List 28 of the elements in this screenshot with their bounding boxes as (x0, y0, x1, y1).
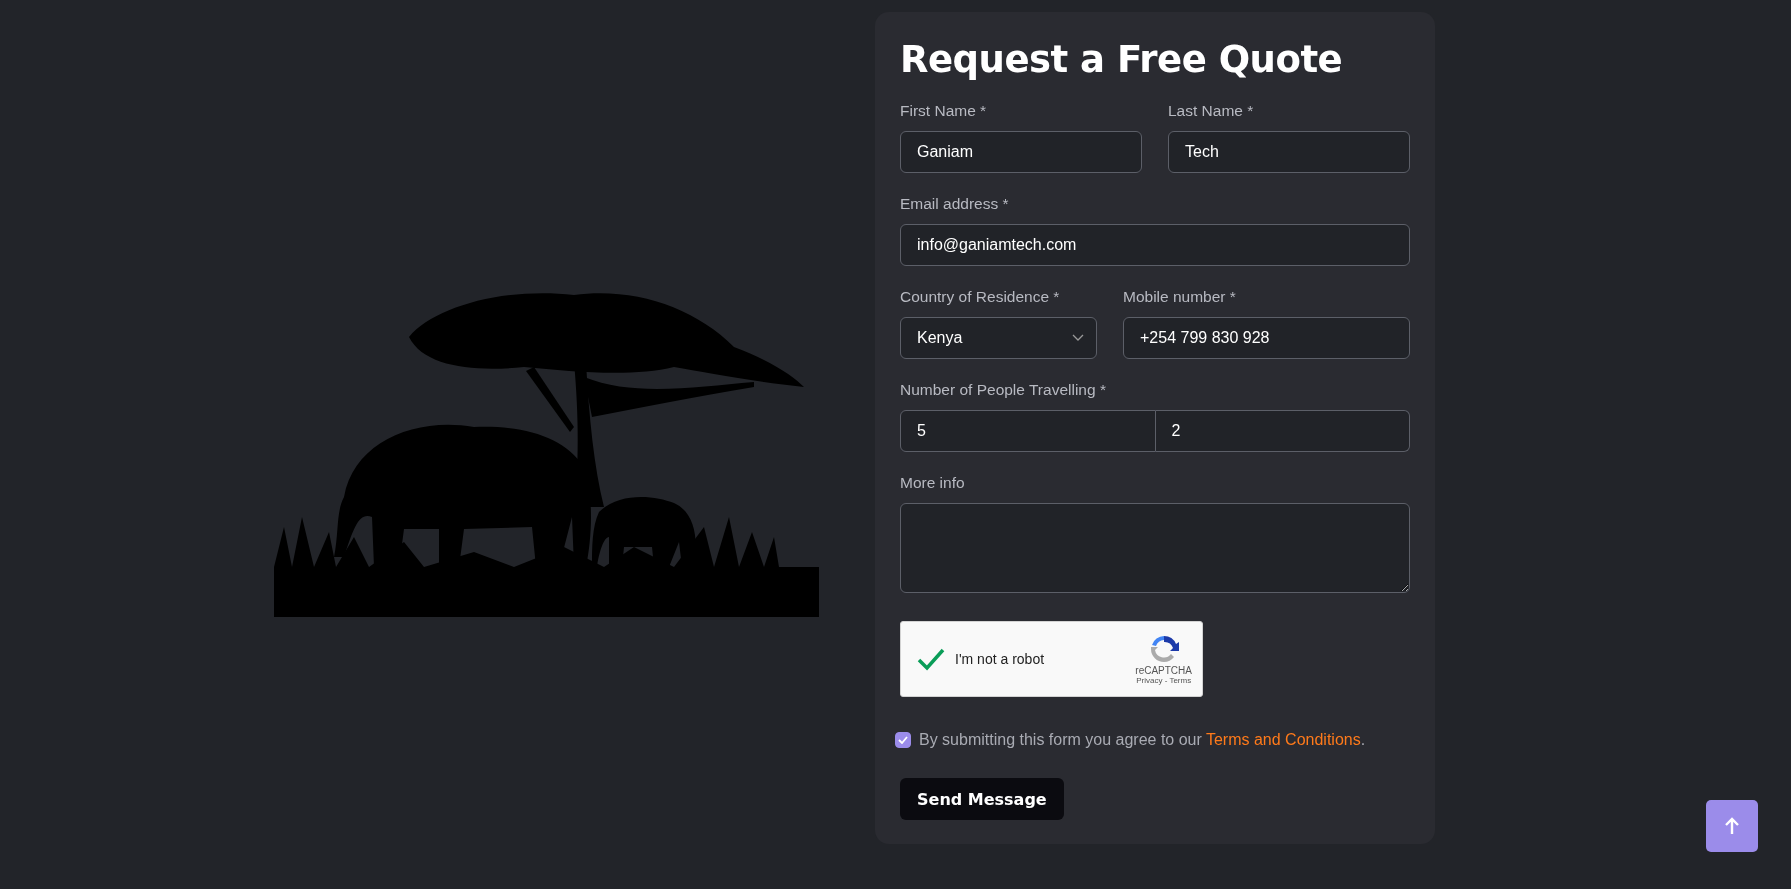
checkmark-icon (898, 736, 908, 744)
country-select[interactable]: Kenya (900, 317, 1097, 359)
field-label: Mobile number * (1123, 288, 1237, 306)
last-name-field[interactable]: Tech (1168, 131, 1410, 173)
captcha-label: I'm not a robot (955, 651, 1046, 667)
captcha-links: Privacy - Terms (1136, 676, 1192, 685)
send-message-button[interactable]: Send Message (900, 778, 1064, 820)
captcha-checkbox[interactable] (917, 647, 945, 671)
scroll-to-top-button[interactable] (1706, 800, 1758, 852)
field-label: More info (900, 474, 966, 492)
more-info-field[interactable] (900, 503, 1410, 593)
people-count-field[interactable]: 2 (1155, 410, 1410, 452)
agreement-checkbox[interactable] (895, 732, 911, 748)
people-count-field[interactable]: 5 (900, 410, 1156, 452)
email-field[interactable]: info@ganiamtech.com (900, 224, 1410, 266)
form-title: Request a Free Quote (900, 37, 1344, 83)
field-label: Last Name * (1168, 102, 1255, 120)
arrow-up-icon (1725, 817, 1739, 835)
mobile-number-field[interactable]: +254 799 830 928 (1123, 317, 1410, 359)
recaptcha-brand: reCAPTCHA (1135, 665, 1192, 676)
terms-link[interactable]: Terms and Conditions (1205, 731, 1361, 748)
chevron-down-icon (1072, 334, 1084, 342)
field-label: Email address * (900, 195, 1010, 213)
first-name-field[interactable]: Ganiam (900, 131, 1142, 173)
agreement-text: By submitting this form you agree to our Terms and Conditions. (919, 731, 1366, 749)
field-label: Country of Residence * (900, 288, 1061, 306)
field-label: Number of People Travelling * (900, 381, 1107, 399)
field-label: First Name * (900, 102, 988, 120)
